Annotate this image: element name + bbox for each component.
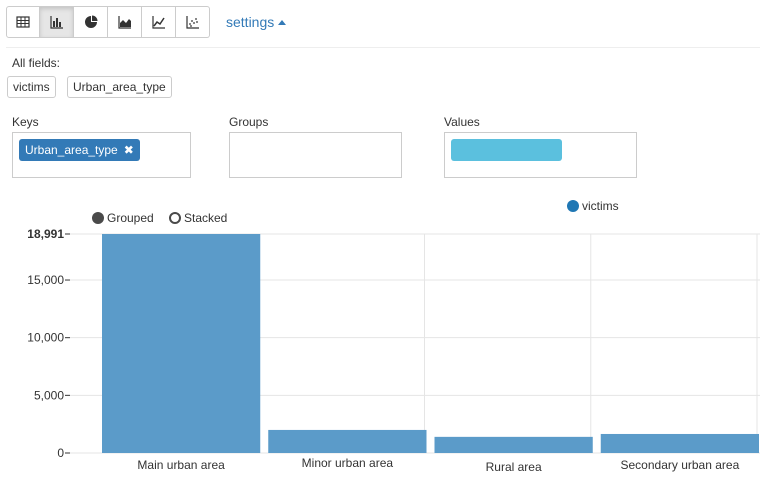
keys-pill-label: Urban_area_type bbox=[25, 143, 118, 157]
y-tick-label: 0 bbox=[57, 446, 64, 460]
groups-dropzone[interactable] bbox=[229, 132, 402, 178]
field-urban-area-type[interactable]: Urban_area_type bbox=[67, 76, 172, 98]
area-chart-icon bbox=[117, 16, 131, 29]
values-label: Values bbox=[444, 115, 480, 129]
caret-up-icon bbox=[278, 20, 287, 25]
divider bbox=[6, 47, 760, 48]
chart-type-toolbar bbox=[6, 6, 210, 38]
values-dropzone[interactable]: victims SUM ✖ bbox=[444, 132, 637, 179]
values-pill[interactable]: victims SUM ✖ bbox=[451, 139, 563, 179]
x-tick-label: Minor urban area bbox=[302, 456, 394, 470]
chart-bars bbox=[102, 234, 759, 453]
bar[interactable] bbox=[434, 436, 593, 453]
all-fields-label: All fields: bbox=[12, 56, 61, 70]
y-tick-label: 10,000 bbox=[27, 331, 64, 345]
field-victims[interactable]: victims bbox=[7, 76, 56, 98]
pie-chart-icon bbox=[84, 15, 97, 28]
remove-icon[interactable]: ✖ bbox=[124, 143, 134, 157]
y-tick-label: 15,000 bbox=[27, 273, 64, 287]
keys-label: Keys bbox=[12, 115, 39, 129]
pie-chart-button[interactable] bbox=[74, 6, 108, 38]
bar-chart-icon bbox=[49, 16, 63, 29]
bar-chart-button[interactable] bbox=[40, 6, 74, 38]
values-pill-label: victims SUM bbox=[470, 165, 541, 179]
table-icon bbox=[16, 16, 30, 28]
settings-label: settings bbox=[226, 14, 275, 30]
keys-dropzone[interactable]: Urban_area_type ✖ bbox=[12, 132, 191, 178]
bar[interactable] bbox=[102, 234, 261, 453]
y-axis: 0 5,000 10,000 15,000 18,991 bbox=[27, 227, 70, 460]
x-axis: Main urban area Minor urban area Rural are… bbox=[137, 456, 739, 474]
scatter-chart-button[interactable] bbox=[176, 6, 210, 38]
line-chart-button[interactable] bbox=[142, 6, 176, 38]
settings-toggle[interactable]: settings bbox=[226, 14, 287, 30]
line-chart-icon bbox=[151, 16, 165, 29]
bar[interactable] bbox=[600, 433, 759, 453]
keys-pill[interactable]: Urban_area_type ✖ bbox=[19, 139, 140, 161]
x-tick-label: Main urban area bbox=[137, 458, 225, 472]
scatter-chart-icon bbox=[185, 16, 199, 29]
x-tick-label: Rural area bbox=[486, 460, 542, 474]
groups-label: Groups bbox=[229, 115, 269, 129]
bar-chart: 0 5,000 10,000 15,000 18,991 Main urban area… bbox=[27, 227, 760, 474]
y-tick-label: 5,000 bbox=[34, 388, 64, 402]
x-tick-label: Secondary urban area bbox=[621, 458, 740, 472]
table-view-button[interactable] bbox=[6, 6, 40, 38]
y-tick-label: 18,991 bbox=[27, 227, 64, 241]
bar[interactable] bbox=[268, 429, 427, 453]
remove-icon[interactable]: ✖ bbox=[546, 165, 556, 179]
area-chart-button[interactable] bbox=[108, 6, 142, 38]
